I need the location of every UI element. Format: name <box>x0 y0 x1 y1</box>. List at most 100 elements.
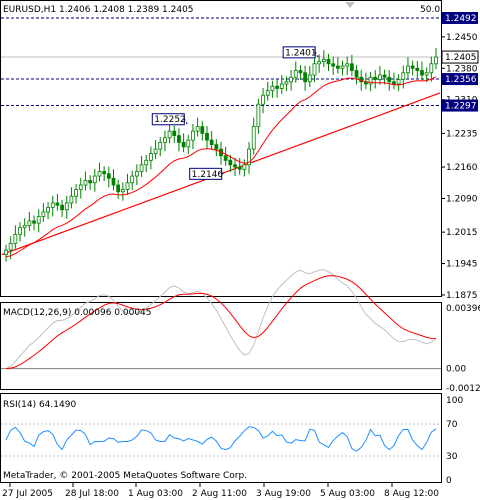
level-label-upper: 1.2492 <box>445 14 477 24</box>
price-tick-label: 1.2160 <box>446 163 478 173</box>
zoom-value: 50.0 <box>420 5 440 15</box>
candle-body <box>387 76 392 83</box>
candle-body <box>64 202 69 211</box>
candle-body <box>125 182 130 190</box>
candle-body <box>153 148 158 154</box>
candle-body <box>32 220 36 224</box>
macd-signal-line <box>5 275 437 370</box>
price-tick-label: 1.1945 <box>446 260 478 270</box>
candle-body <box>22 225 27 229</box>
candle-body <box>303 72 308 83</box>
rsi-tick-label: 100 <box>446 396 463 406</box>
copyright: MetaTrader, © 2001-2005 MetaQuotes Softw… <box>3 471 247 481</box>
candle-body <box>326 58 331 65</box>
price-levels: 1.2492 1.2356 1.2297 1.2405 <box>1 12 479 112</box>
candle-body <box>46 207 50 213</box>
candle-body <box>261 94 265 105</box>
candle-body <box>148 153 153 161</box>
candle-body <box>373 76 378 80</box>
candle-body <box>410 65 415 69</box>
candle-body <box>92 175 97 184</box>
rsi-line <box>5 426 437 452</box>
candle-body <box>74 189 79 197</box>
candle-body <box>139 164 144 172</box>
price-tick-label: 1.2235 <box>446 129 478 139</box>
macd-tick-label: -0.00127 <box>446 384 480 394</box>
time-label: 5 Aug 03:00 <box>320 489 375 499</box>
candle-body <box>163 137 167 143</box>
macd-main-line <box>5 269 437 370</box>
candle-body <box>4 249 8 255</box>
candle-body <box>429 63 434 74</box>
candle-body <box>167 130 172 139</box>
candle-body <box>270 85 275 92</box>
candle-body <box>120 189 125 193</box>
candle-body <box>242 164 247 170</box>
level-label-lower: 1.2297 <box>445 102 477 112</box>
metatrader-chart[interactable]: 1.24501.23801.23101.22351.21601.20901.20… <box>0 0 480 500</box>
candle-body <box>13 233 18 244</box>
candle-body <box>102 171 107 175</box>
candle-body <box>186 139 191 148</box>
candle-body <box>18 227 22 235</box>
candle-body <box>401 72 406 80</box>
candle-body <box>289 76 294 83</box>
candle-body <box>349 63 354 71</box>
candle-body <box>158 141 163 150</box>
candle-body <box>181 141 186 148</box>
candle-body <box>36 216 41 224</box>
candle-body <box>233 164 237 168</box>
time-label: 27 Jul 2005 <box>2 489 53 499</box>
candle-body <box>214 144 219 150</box>
candle-body <box>88 180 93 184</box>
candle-body <box>223 155 228 161</box>
candle-body <box>275 85 279 89</box>
time-axis: 27 Jul 2005 28 Jul 18:00 1 Aug 03:00 2 Aug … <box>2 483 439 499</box>
candle-body <box>8 242 13 251</box>
candle-body <box>293 70 298 78</box>
macd-tick-label: 0.00396 <box>446 304 480 314</box>
candle-body <box>41 211 46 217</box>
candle-body <box>144 159 149 166</box>
annotation-label: 1.2252 <box>154 115 186 125</box>
rsi-tick-label: 70 <box>446 420 458 430</box>
candle-body <box>340 65 345 69</box>
time-label: 8 Aug 12:00 <box>384 489 439 499</box>
candle-body <box>406 65 410 74</box>
candle-body <box>177 135 181 143</box>
candle-body <box>368 76 373 85</box>
candle-body <box>434 56 438 65</box>
candle-body <box>382 74 387 78</box>
symbol-header: EURUSD,H1 1.2406 1.2408 1.2389 1.2405 <box>3 5 194 15</box>
candle-body <box>172 130 177 137</box>
candle-body <box>321 58 326 62</box>
candle-body <box>205 132 209 141</box>
current-price-label: 1.2405 <box>445 53 477 63</box>
level-label-middle: 1.2356 <box>445 75 477 85</box>
candle-body <box>111 177 116 186</box>
price-tick-label: 1.2380 <box>446 64 478 74</box>
candle-body <box>134 171 139 177</box>
macd-tick-label: 0.00 <box>446 365 466 375</box>
rsi-tick-label: 30 <box>446 452 458 462</box>
candle-body <box>251 126 256 150</box>
candle-body <box>97 171 102 177</box>
candle-body <box>420 70 424 76</box>
candle-body <box>256 103 261 128</box>
candle-body <box>60 204 64 211</box>
candle-body <box>354 70 359 78</box>
price-tick-label: 1.2015 <box>446 228 478 238</box>
time-label: 2 Aug 11:00 <box>192 489 247 499</box>
time-label: 1 Aug 03:00 <box>128 489 183 499</box>
price-tick-label: 1.2090 <box>446 194 478 204</box>
price-tick-label: 1.2450 <box>446 33 478 43</box>
time-label: 3 Aug 19:00 <box>256 489 311 499</box>
scroll-marker-icon[interactable] <box>345 2 355 8</box>
candle-body <box>312 63 317 76</box>
rsi-title: RSI(14) 64.1490 <box>3 400 76 410</box>
price-tick-label: 1.1875 <box>446 291 478 301</box>
candle-body <box>345 63 350 67</box>
macd-title: MACD(12,26,9) 0.00096 0.00045 <box>3 308 152 318</box>
candle-body <box>307 74 312 83</box>
candle-body <box>392 81 396 85</box>
